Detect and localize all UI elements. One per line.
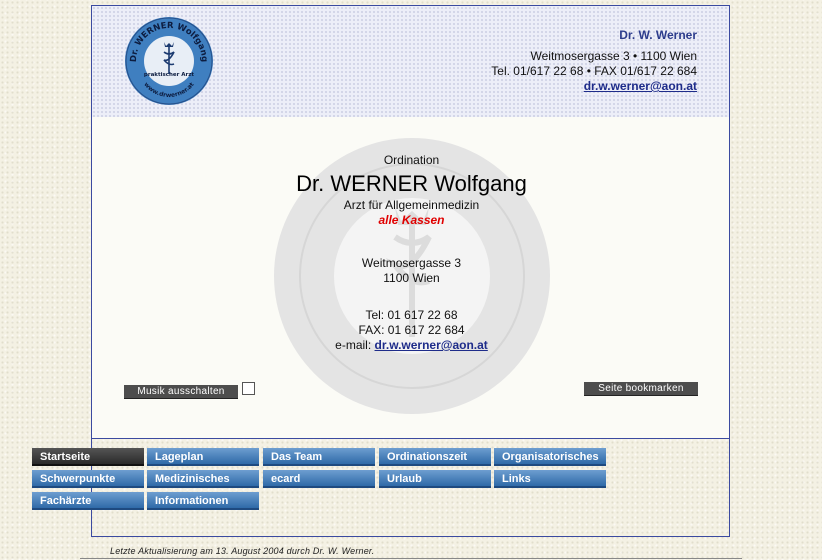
email-label: e-mail: bbox=[335, 338, 375, 352]
practice-logo: Dr. WERNER Wolfgang www.drwerner.at prak… bbox=[125, 17, 213, 105]
nav-urlaub[interactable]: Urlaub bbox=[379, 470, 491, 488]
kassen-note: alle Kassen bbox=[378, 213, 445, 227]
bookmark-button[interactable]: Seite bookmarken bbox=[584, 382, 698, 396]
street: Weitmosergasse 3 bbox=[361, 256, 462, 270]
practice-info: Ordination Dr. WERNER Wolfgang Arzt für … bbox=[92, 153, 731, 353]
specialty: Arzt für Allgemeinmedizin bbox=[343, 198, 480, 212]
main-content: Ordination Dr. WERNER Wolfgang Arzt für … bbox=[92, 117, 729, 439]
header: Dr. WERNER Wolfgang www.drwerner.at prak… bbox=[92, 6, 729, 118]
header-contact: Dr. W. Werner Weitmosergasse 3 • 1100 Wi… bbox=[491, 28, 697, 94]
nav-das-team[interactable]: Das Team bbox=[263, 448, 375, 466]
header-phone-fax: Tel. 01/617 22 68 • FAX 01/617 22 684 bbox=[491, 64, 697, 78]
nav-ecard[interactable]: ecard bbox=[263, 470, 375, 488]
header-doctor-name: Dr. W. Werner bbox=[619, 28, 697, 42]
music-checkbox[interactable] bbox=[242, 382, 255, 395]
email-line: e-mail: dr.w.werner@aon.at bbox=[92, 338, 731, 353]
nav-schwerpunkte[interactable]: Schwerpunkte bbox=[32, 470, 144, 488]
city: 1100 Wien bbox=[383, 271, 440, 285]
music-off-button[interactable]: Musik ausschalten bbox=[124, 385, 238, 399]
header-email-link[interactable]: dr.w.werner@aon.at bbox=[491, 79, 697, 94]
footer: Letzte Aktualisierung am 13. August 2004… bbox=[80, 540, 742, 559]
nav-ordinationszeit[interactable]: Ordinationszeit bbox=[379, 448, 491, 466]
nav-links[interactable]: Links bbox=[494, 470, 606, 488]
last-update-text: Letzte Aktualisierung am 13. August 2004… bbox=[110, 546, 375, 556]
ordination-label: Ordination bbox=[383, 153, 440, 167]
fax: FAX: 01 617 22 684 bbox=[358, 323, 465, 337]
header-address: Weitmosergasse 3 • 1100 Wien bbox=[530, 49, 698, 63]
nav-startseite[interactable]: Startseite bbox=[32, 448, 144, 466]
nav-informationen[interactable]: Informationen bbox=[147, 492, 259, 510]
nav-medizinisches[interactable]: Medizinisches bbox=[147, 470, 259, 488]
email-link[interactable]: dr.w.werner@aon.at bbox=[375, 338, 488, 352]
nav-lageplan[interactable]: Lageplan bbox=[147, 448, 259, 466]
nav-organisatorisches[interactable]: Organisatorisches bbox=[494, 448, 606, 466]
nav-fachaerzte[interactable]: Fachärzte bbox=[32, 492, 144, 510]
telephone: Tel: 01 617 22 68 bbox=[365, 308, 458, 322]
doctor-name: Dr. WERNER Wolfgang bbox=[296, 171, 527, 196]
